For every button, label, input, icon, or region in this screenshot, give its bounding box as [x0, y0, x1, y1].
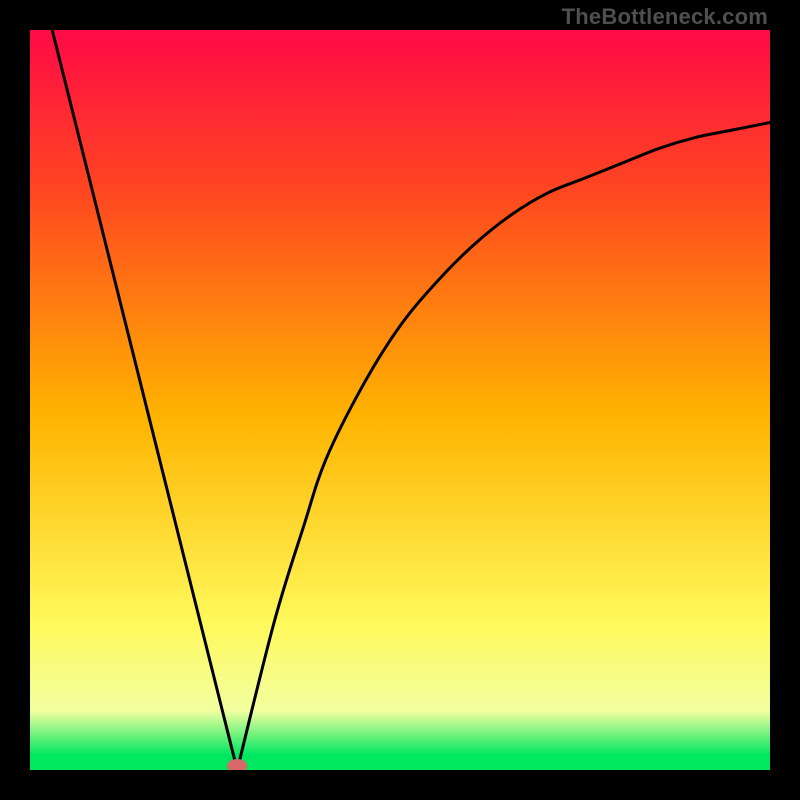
plot-area	[30, 30, 770, 770]
watermark-text: TheBottleneck.com	[562, 4, 768, 30]
chart-svg	[30, 30, 770, 770]
chart-frame: TheBottleneck.com	[0, 0, 800, 800]
gradient-background	[30, 30, 770, 770]
